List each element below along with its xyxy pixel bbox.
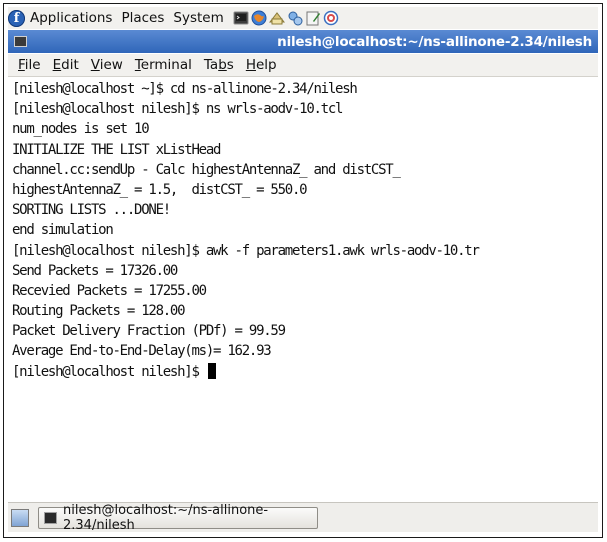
terminal-window-icon [44, 511, 57, 524]
terminal-line: num_nodes is set 10 [12, 121, 150, 138]
terminal-menubar: File Edit View Terminal Tabs Help [8, 54, 598, 77]
terminal-line: Packet Delivery Fraction (PDf) = 99.59 [12, 323, 286, 340]
fedora-logo-icon[interactable]: f [8, 9, 25, 27]
help-icon[interactable] [323, 10, 339, 26]
terminal-line: Average End-to-End-Delay(ms)= 162.93 [12, 343, 272, 360]
text-cursor [207, 362, 216, 379]
mail-icon[interactable] [268, 10, 285, 26]
menu-view[interactable]: View [91, 57, 123, 73]
terminal-line: Send Packets = 17326.00 [12, 262, 178, 279]
terminal-titlebar[interactable]: nilesh@localhost:~/ns-allinone-2.34/nile… [8, 30, 598, 53]
terminal-line: [nilesh@localhost ~]$ cd ns-allinone-2.3… [12, 81, 358, 97]
terminal-line: end simulation [12, 222, 114, 239]
terminal-line: Recevied Packets = 17255.00 [12, 282, 207, 299]
terminal-line: [nilesh@localhost nilesh]$ awk -f parame… [12, 242, 480, 259]
show-desktop-icon[interactable] [11, 508, 29, 527]
terminal-line: channel.cc:sendUp - Calc highestAntennaZ… [12, 161, 401, 178]
menu-file[interactable]: File [18, 57, 41, 73]
window-menu-icon[interactable] [14, 36, 27, 47]
terminal-line: Routing Packets = 128.00 [12, 303, 186, 320]
panel-launchers [233, 10, 339, 26]
taskbar-task-label: nilesh@localhost:~/ns-allinone-2.34/nile… [63, 502, 269, 533]
applications-menu[interactable]: Applications [30, 10, 112, 26]
places-menu[interactable]: Places [121, 10, 164, 26]
menu-edit[interactable]: Edit [53, 57, 79, 73]
terminal-line: [nilesh@localhost nilesh]$ ns wrls-aodv-… [12, 101, 343, 118]
window-title: nilesh@localhost:~/ns-allinone-2.34/nile… [277, 33, 592, 50]
menu-tabs[interactable]: Tabs [204, 57, 234, 73]
terminal-prompt-line[interactable]: [nilesh@localhost nilesh]$ [12, 362, 598, 382]
prompt-text: [nilesh@localhost nilesh]$ [12, 363, 206, 380]
terminal-output[interactable]: [nilesh@localhost ~]$ cd ns-allinone-2.3… [8, 77, 598, 480]
menu-help[interactable]: Help [246, 57, 277, 73]
top-panel: f Applications Places System [8, 7, 598, 29]
taskbar-terminal-button[interactable]: nilesh@localhost:~/ns-allinone-2.34/nile… [38, 503, 318, 533]
terminal-line: highestAntennaZ_ = 1.5, distCST_ = 550.0 [12, 181, 308, 198]
terminal-line: INITIALIZE THE LIST xListHead [12, 141, 221, 158]
system-menu[interactable]: System [173, 10, 223, 26]
text-editor-icon[interactable] [305, 10, 321, 26]
terminal-icon[interactable] [233, 10, 249, 26]
browser-icon[interactable] [251, 10, 267, 26]
bottom-panel: nilesh@localhost:~/ns-allinone-2.34/nile… [8, 502, 598, 533]
network-icon[interactable] [287, 10, 303, 26]
menu-terminal[interactable]: Terminal [135, 57, 192, 73]
terminal-line: SORTING LISTS ...DONE! [12, 202, 171, 219]
